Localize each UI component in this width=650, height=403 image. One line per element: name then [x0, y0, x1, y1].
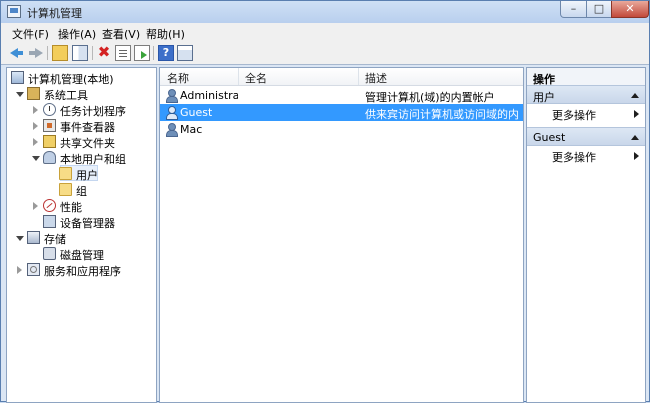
- collapse-arrow-icon[interactable]: [631, 93, 639, 98]
- forward-arrow-icon[interactable]: [28, 45, 44, 61]
- close-button[interactable]: ✕: [611, 1, 649, 18]
- menu-file[interactable]: 文件(F): [12, 26, 49, 42]
- tree-label: 用户: [76, 169, 98, 182]
- event-viewer-icon: [43, 119, 56, 132]
- collapse-arrow-icon[interactable]: [33, 202, 38, 210]
- column-header-full-name[interactable]: 全名: [245, 70, 267, 86]
- action-label: 更多操作: [552, 109, 596, 122]
- user-icon: [165, 123, 178, 137]
- delete-icon[interactable]: ✖: [96, 45, 112, 61]
- collapse-arrow-icon[interactable]: [33, 106, 38, 114]
- shared-folder-icon: [43, 135, 56, 148]
- show-hide-action-pane-icon[interactable]: [177, 45, 193, 61]
- expand-arrow-icon[interactable]: [16, 236, 24, 241]
- export-list-icon[interactable]: [134, 45, 150, 61]
- tree-label: 存储: [44, 233, 66, 246]
- tree-label: 共享文件夹: [60, 137, 115, 150]
- action-section-guest[interactable]: Guest: [527, 127, 645, 146]
- users-group-icon: [43, 151, 56, 164]
- submenu-arrow-icon: [634, 152, 639, 160]
- toolbar-divider: [47, 46, 48, 60]
- maximize-button[interactable]: □: [586, 1, 612, 18]
- back-arrow-icon[interactable]: [9, 45, 25, 61]
- action-section-users[interactable]: 用户: [527, 85, 645, 104]
- title-bar[interactable]: 计算机管理 – □ ✕: [1, 1, 649, 23]
- toolbar-divider: [92, 46, 93, 60]
- menu-bar: 文件(F) 操作(A) 查看(V) 帮助(H): [1, 23, 649, 43]
- action-more-actions[interactable]: 更多操作: [527, 105, 645, 122]
- cell-name: Administrat...: [180, 89, 238, 102]
- action-section-title: Guest: [533, 131, 566, 144]
- action-label: 更多操作: [552, 151, 596, 164]
- table-row[interactable]: Mac: [160, 121, 523, 138]
- user-icon: [165, 89, 178, 103]
- column-divider[interactable]: [238, 68, 239, 85]
- expand-arrow-icon[interactable]: [32, 156, 40, 161]
- window-title: 计算机管理: [27, 7, 82, 20]
- performance-icon: [43, 199, 56, 212]
- user-list[interactable]: 名称 全名 描述 Administrat... 管理计算机(域)的内置帐户 Gu…: [159, 67, 524, 403]
- column-header-name[interactable]: 名称: [167, 70, 189, 86]
- toolbar: ✖ ?: [1, 42, 649, 65]
- submenu-arrow-icon: [634, 110, 639, 118]
- menu-view[interactable]: 查看(V): [102, 26, 140, 42]
- table-row[interactable]: Administrat... 管理计算机(域)的内置帐户: [160, 87, 523, 104]
- collapse-arrow-icon[interactable]: [33, 138, 38, 146]
- console-tree[interactable]: 计算机管理(本地) 系统工具 任务计划程序 事件查看器 共享文件夹 本地用户和组: [6, 67, 157, 403]
- folder-icon: [59, 167, 72, 180]
- properties-icon[interactable]: [115, 45, 131, 61]
- action-more-actions[interactable]: 更多操作: [527, 147, 645, 164]
- tree-label: 任务计划程序: [60, 105, 126, 118]
- tree-label: 服务和应用程序: [44, 265, 121, 278]
- collapse-arrow-icon[interactable]: [631, 135, 639, 140]
- computer-management-window: 计算机管理 – □ ✕ 文件(F) 操作(A) 查看(V) 帮助(H) ✖ ? …: [0, 0, 650, 403]
- minimize-button[interactable]: –: [560, 1, 587, 18]
- computer-icon: [11, 71, 24, 84]
- cell-name: Guest: [180, 106, 213, 119]
- column-header-description[interactable]: 描述: [365, 70, 387, 86]
- tree-label: 本地用户和组: [60, 153, 126, 166]
- disk-icon: [43, 247, 56, 260]
- services-icon: [27, 263, 40, 276]
- table-row[interactable]: Guest 供来宾访问计算机或访问域的内...: [160, 104, 523, 121]
- menu-help[interactable]: 帮助(H): [146, 26, 185, 42]
- up-one-level-icon[interactable]: [52, 45, 68, 61]
- tree-label: 设备管理器: [60, 217, 115, 230]
- tree-label: 磁盘管理: [60, 249, 104, 262]
- column-divider[interactable]: [358, 68, 359, 85]
- menu-action[interactable]: 操作(A): [58, 26, 96, 42]
- folder-icon: [59, 183, 72, 196]
- show-hide-tree-icon[interactable]: [72, 45, 88, 61]
- tools-icon: [27, 87, 40, 100]
- tree-label: 计算机管理(本地): [28, 73, 114, 86]
- action-section-title: 用户: [533, 91, 555, 104]
- cell-name: Mac: [180, 123, 203, 136]
- cell-description: 供来宾访问计算机或访问域的内...: [365, 108, 520, 121]
- storage-icon: [27, 231, 40, 244]
- actions-pane: 操作 用户 更多操作 Guest 更多操作: [526, 67, 646, 403]
- list-header: 名称 全名 描述: [160, 68, 523, 86]
- toolbar-divider: [153, 46, 154, 60]
- tree-label: 系统工具: [44, 89, 88, 102]
- cell-description: 管理计算机(域)的内置帐户: [365, 91, 495, 104]
- clock-icon: [43, 103, 56, 116]
- device-manager-icon: [43, 215, 56, 228]
- tree-label: 组: [76, 185, 87, 198]
- collapse-arrow-icon[interactable]: [33, 122, 38, 130]
- tree-label: 事件查看器: [60, 121, 115, 134]
- help-icon[interactable]: ?: [158, 45, 174, 61]
- tree-label: 性能: [60, 201, 82, 214]
- collapse-arrow-icon[interactable]: [17, 266, 22, 274]
- expand-arrow-icon[interactable]: [16, 92, 24, 97]
- computer-management-icon: [7, 5, 21, 18]
- user-icon: [165, 106, 178, 120]
